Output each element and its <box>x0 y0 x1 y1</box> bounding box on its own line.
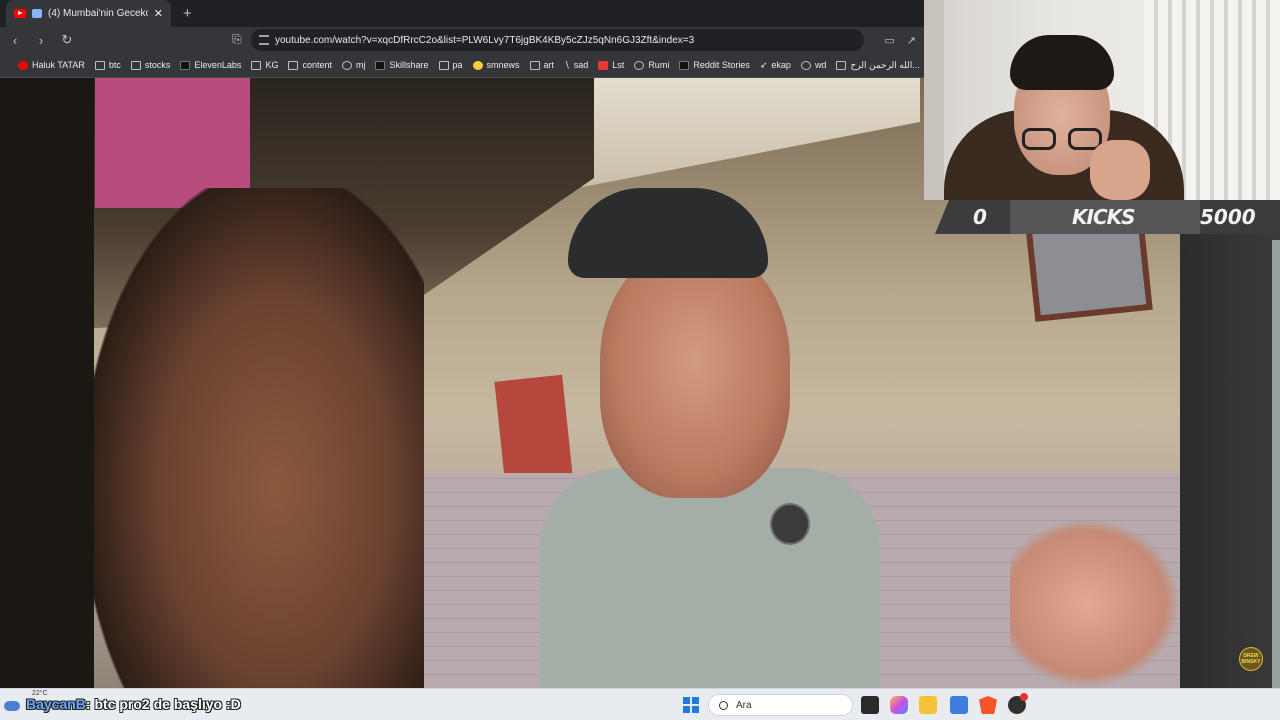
search-placeholder: Ara <box>736 699 752 711</box>
install-icon[interactable]: ▭ <box>884 34 894 47</box>
globe-icon <box>634 60 645 70</box>
bookmark-item[interactable]: smnews <box>472 60 520 70</box>
tab-strip: (4) Mumbai'nin Gecekondu P ✕ + <box>0 0 924 27</box>
brave-browser-icon[interactable] <box>979 696 997 714</box>
slash-icon: ∖ <box>564 59 570 70</box>
smiley-icon <box>472 60 483 70</box>
microphone-icon <box>770 503 810 545</box>
audio-icon <box>32 9 42 18</box>
bookmark-item[interactable]: Rumi <box>634 60 669 70</box>
bookmark-icon[interactable]: ⎘ <box>232 32 242 47</box>
elevenlabs-icon <box>180 60 191 70</box>
bird-icon: ➶ <box>759 59 768 70</box>
globe-icon <box>800 60 811 70</box>
close-tab-icon[interactable]: ✕ <box>154 7 163 20</box>
folder-icon <box>529 60 540 70</box>
drew-binsky-logo: DREW BINSKY <box>1239 647 1263 671</box>
weather-icon[interactable] <box>4 697 22 713</box>
webcam-door <box>924 0 944 200</box>
stream-side-edge <box>1272 240 1280 688</box>
github-icon <box>341 60 352 70</box>
tab-youtube[interactable]: (4) Mumbai'nin Gecekondu P ✕ <box>6 0 171 27</box>
man-shirt <box>540 468 880 688</box>
bookmark-item[interactable]: Lst <box>598 60 624 70</box>
windows-start-icon[interactable] <box>683 697 699 713</box>
bookmark-item[interactable]: mj <box>341 60 365 70</box>
address-text: youtube.com/watch?v=xqcDfRrcC2o&list=PLW… <box>275 34 695 46</box>
streamer-hair <box>1010 35 1114 90</box>
chat-message: BaycanB: btc pro2 de başlıyo :D <box>26 696 241 712</box>
bookmark-item[interactable]: KG <box>251 60 278 70</box>
folder-icon <box>130 60 141 70</box>
bookmark-item[interactable]: Reddit Stories <box>679 60 750 70</box>
recording-indicator-icon <box>1020 693 1028 701</box>
bookmark-item[interactable]: Haluk TATAR <box>18 60 85 70</box>
share-icon[interactable]: ↗ <box>907 34 916 47</box>
d-icon <box>679 60 690 70</box>
hand-figure <box>1010 518 1180 688</box>
man-cap <box>568 188 768 278</box>
snipping-tool-icon[interactable] <box>950 696 968 714</box>
file-explorer-icon[interactable] <box>919 696 937 714</box>
bookmark-item[interactable]: pa <box>438 60 463 70</box>
tab-title: (4) Mumbai'nin Gecekondu P <box>48 8 148 19</box>
browser-toolbar: ‹ › ↻ youtube.com/watch?v=xqcDfRrcC2o&li… <box>0 27 924 53</box>
bookmark-item[interactable]: content <box>288 60 332 70</box>
folder-icon <box>94 60 105 70</box>
bookmark-item[interactable]: art <box>529 60 554 70</box>
bookmark-item[interactable]: btc <box>94 60 121 70</box>
video-letterbox-left <box>0 78 94 688</box>
new-tab-button[interactable]: + <box>183 5 192 22</box>
windows-taskbar: 22°C BaycanB: btc pro2 de başlıyo :D Ara <box>0 688 1280 720</box>
bookmark-item[interactable]: stocks <box>130 60 170 70</box>
task-view-icon[interactable] <box>861 696 879 714</box>
toolbar-actions: ▭ ↗ <box>884 34 916 47</box>
forward-button[interactable]: › <box>34 33 48 48</box>
kicks-goal-bar: 0 KICKS 5000 <box>935 200 1280 234</box>
man-head <box>600 248 790 498</box>
screen: DREWBINSKY (4) Mumbai'nin Gecekondu P ✕ … <box>0 0 1280 720</box>
bookmark-item[interactable]: ➶ ekap <box>760 60 791 71</box>
bookmark-item[interactable]: الله الرحمن الرح... <box>836 60 920 71</box>
glasses-icon <box>1022 128 1106 152</box>
kicks-current: 0 <box>973 205 987 229</box>
youtube-icon <box>18 60 28 70</box>
kicks-label: KICKS <box>1072 205 1136 229</box>
folder-icon <box>251 60 262 70</box>
chat-username: BaycanB <box>26 696 86 712</box>
bookmark-item[interactable]: ∖ sad <box>564 60 588 71</box>
girl-figure <box>94 188 424 688</box>
youtube-icon <box>14 9 26 18</box>
webcam-overlay <box>924 0 1280 200</box>
bookmark-item[interactable]: ElevenLabs <box>180 60 241 70</box>
site-info-icon[interactable] <box>259 35 269 45</box>
copilot-icon[interactable] <box>890 696 908 714</box>
page-icon <box>836 60 847 70</box>
folder-icon <box>288 60 299 70</box>
taskbar-search[interactable]: Ara <box>708 694 853 716</box>
man-figure <box>540 188 920 688</box>
folder-icon <box>438 60 449 70</box>
chat-text: : btc pro2 de başlıyo :D <box>85 696 241 712</box>
bookmark-item[interactable]: wd <box>800 60 826 70</box>
bookmark-item[interactable]: Skillshare <box>375 60 429 70</box>
kicks-goal: 5000 <box>1200 205 1256 229</box>
bookmarks-bar: Haluk TATAR btc stocks ElevenLabs KG con… <box>0 53 924 78</box>
skillshare-icon <box>375 60 386 70</box>
stream-side-panel <box>1180 234 1280 688</box>
s-icon <box>598 60 609 70</box>
back-button[interactable]: ‹ <box>8 33 22 48</box>
reload-button[interactable]: ↻ <box>60 32 74 48</box>
browser-window: (4) Mumbai'nin Gecekondu P ✕ + ‹ › ↻ you… <box>0 0 924 78</box>
address-bar[interactable]: youtube.com/watch?v=xqcDfRrcC2o&list=PLW… <box>251 29 865 51</box>
streamer-hand <box>1090 140 1150 200</box>
search-icon <box>719 700 728 710</box>
